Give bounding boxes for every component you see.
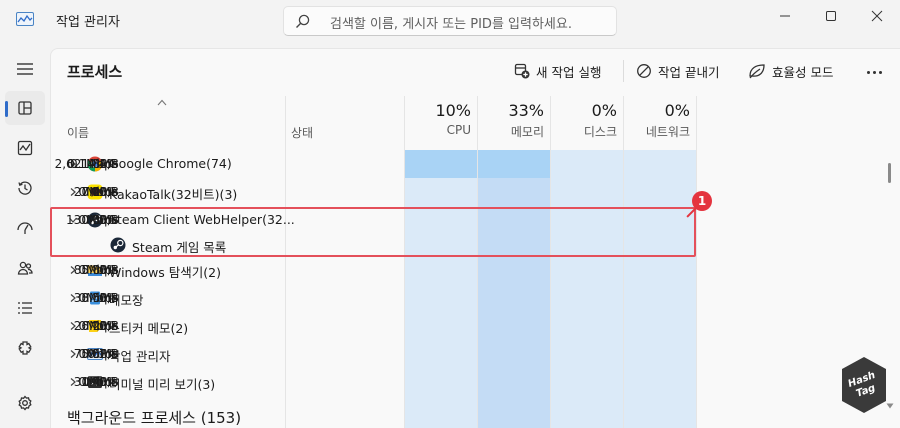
maximize-button[interactable] bbox=[808, 0, 854, 32]
page-title: 프로세스 bbox=[67, 63, 123, 81]
run-new-task-label: 새 작업 실행 bbox=[536, 64, 602, 80]
process-name: KakaoTalk(32비트)(3) bbox=[109, 187, 238, 202]
table-row[interactable]: 스티커 메모(2) 0% 26.2MB 0MB/s 0Mbps bbox=[50, 312, 890, 340]
network-total-percent: 0% bbox=[664, 101, 690, 120]
sidebar-item-users[interactable] bbox=[5, 251, 45, 285]
more-dot bbox=[866, 70, 870, 74]
sidebar-item-app-history[interactable] bbox=[5, 171, 45, 205]
process-name: 스티커 메모(2) bbox=[109, 321, 189, 336]
network-value: 0Mbps bbox=[78, 375, 118, 389]
table-row[interactable]: 터미널 미리 보기(3) 0% 31.7MB 0MB/s 0Mbps bbox=[50, 368, 890, 396]
sort-up-icon bbox=[157, 99, 167, 106]
column-header-cpu[interactable]: 10% CPU bbox=[404, 101, 471, 137]
column-header-name[interactable]: 이름 bbox=[67, 124, 89, 141]
minimize-button[interactable] bbox=[762, 0, 808, 32]
more-options-button[interactable] bbox=[862, 62, 886, 82]
scrollbar-thumb[interactable] bbox=[888, 163, 891, 183]
toolbar-divider bbox=[623, 60, 624, 82]
minimize-icon bbox=[780, 15, 790, 17]
table-row[interactable]: 작업 관리자 0.7% 75.5MB 0MB/s 0Mbps bbox=[50, 340, 890, 368]
end-task-label: 작업 끝내기 bbox=[658, 64, 720, 80]
sidebar-item-startup-apps[interactable] bbox=[5, 211, 45, 245]
sidebar-item-processes[interactable] bbox=[5, 91, 45, 125]
more-dot bbox=[878, 70, 882, 74]
services-icon bbox=[18, 341, 32, 355]
network-header-label: 네트워크 bbox=[645, 125, 690, 139]
end-task-button[interactable]: 작업 끝내기 bbox=[636, 58, 719, 84]
sidebar-item-details[interactable] bbox=[5, 291, 45, 325]
table-row[interactable]: 메모장 0% 38.5MB 0MB/s 0Mbps bbox=[50, 284, 890, 312]
sidebar-item-services[interactable] bbox=[5, 331, 45, 365]
efficiency-mode-label: 효율성 모드 bbox=[772, 64, 834, 80]
sidebar bbox=[0, 40, 50, 428]
annotation-badge: 1 bbox=[692, 191, 712, 211]
run-new-task-icon bbox=[514, 63, 530, 79]
network-value: 0Mbps bbox=[78, 319, 118, 333]
search-icon bbox=[296, 14, 310, 28]
app-history-icon bbox=[18, 181, 32, 195]
sidebar-item-performance[interactable] bbox=[5, 131, 45, 165]
settings-icon bbox=[18, 395, 32, 411]
sidebar-item-settings[interactable] bbox=[5, 386, 45, 420]
table-row[interactable]: KakaoTalk(32비트)(3) 0% 27.2MB 0MB/s 0Mbps bbox=[50, 178, 890, 206]
network-value: 0Mbps bbox=[78, 263, 118, 277]
title-bar: 작업 관리자 검색할 이름, 게시자 또는 PID를 입력하세요. bbox=[0, 0, 900, 40]
run-new-task-button[interactable]: 새 작업 실행 bbox=[514, 58, 601, 84]
process-name: Google Chrome(74) bbox=[109, 156, 232, 171]
cpu-total-percent: 10% bbox=[435, 101, 471, 120]
details-icon bbox=[18, 302, 32, 314]
hashtag-watermark-logo: Hash Tag bbox=[839, 355, 889, 417]
column-header-disk[interactable]: 0% 디스크 bbox=[550, 101, 617, 140]
end-task-icon bbox=[637, 64, 651, 78]
column-header-network[interactable]: 0% 네트워크 bbox=[623, 101, 690, 140]
search-box[interactable]: 검색할 이름, 게시자 또는 PID를 입력하세요. bbox=[283, 6, 617, 36]
processes-icon bbox=[18, 101, 32, 115]
disk-total-percent: 0% bbox=[591, 101, 617, 120]
active-indicator bbox=[5, 101, 8, 117]
window-title: 작업 관리자 bbox=[56, 15, 120, 30]
hamburger-icon bbox=[17, 63, 33, 75]
annotation-highlight-box bbox=[50, 207, 696, 257]
performance-icon bbox=[17, 140, 33, 156]
memory-header-label: 메모리 bbox=[510, 125, 544, 139]
leaf-icon bbox=[749, 64, 765, 79]
sidebar-menu-toggle[interactable] bbox=[5, 52, 45, 86]
memory-total-percent: 33% bbox=[508, 101, 544, 120]
maximize-icon bbox=[826, 11, 836, 21]
close-icon bbox=[871, 10, 883, 22]
table-row[interactable]: Windows 탐색기(2) 0% 85.8MB 0MB/s 0Mbps bbox=[50, 256, 890, 284]
disk-header-label: 디스크 bbox=[583, 125, 617, 139]
efficiency-mode-button[interactable]: 효율성 모드 bbox=[748, 58, 833, 84]
column-header-memory[interactable]: 33% 메모리 bbox=[477, 101, 544, 140]
process-name: 터미널 미리 보기(3) bbox=[109, 377, 216, 392]
startup-apps-icon bbox=[17, 222, 33, 234]
table-row[interactable]: Google Chrome(74) 4.4% 2,621.8MB 0.1MB/s… bbox=[50, 150, 890, 178]
users-icon bbox=[17, 261, 33, 275]
more-dot bbox=[872, 70, 876, 74]
process-name: Windows 탐색기(2) bbox=[109, 265, 221, 280]
network-value: 0Mbps bbox=[78, 347, 118, 361]
network-value: 0.1Mbps bbox=[67, 157, 118, 171]
close-button[interactable] bbox=[854, 0, 900, 32]
network-value: 0Mbps bbox=[78, 185, 118, 199]
background-processes-heading[interactable]: 백그라운드 프로세스 (153) bbox=[67, 407, 241, 428]
network-value: 0Mbps bbox=[78, 291, 118, 305]
search-input[interactable]: 검색할 이름, 게시자 또는 PID를 입력하세요. bbox=[330, 13, 572, 32]
vertical-scrollbar[interactable] bbox=[887, 160, 893, 384]
cpu-header-label: CPU bbox=[446, 123, 471, 137]
column-header-status[interactable]: 상태 bbox=[291, 124, 313, 141]
task-manager-app-icon bbox=[16, 12, 34, 26]
